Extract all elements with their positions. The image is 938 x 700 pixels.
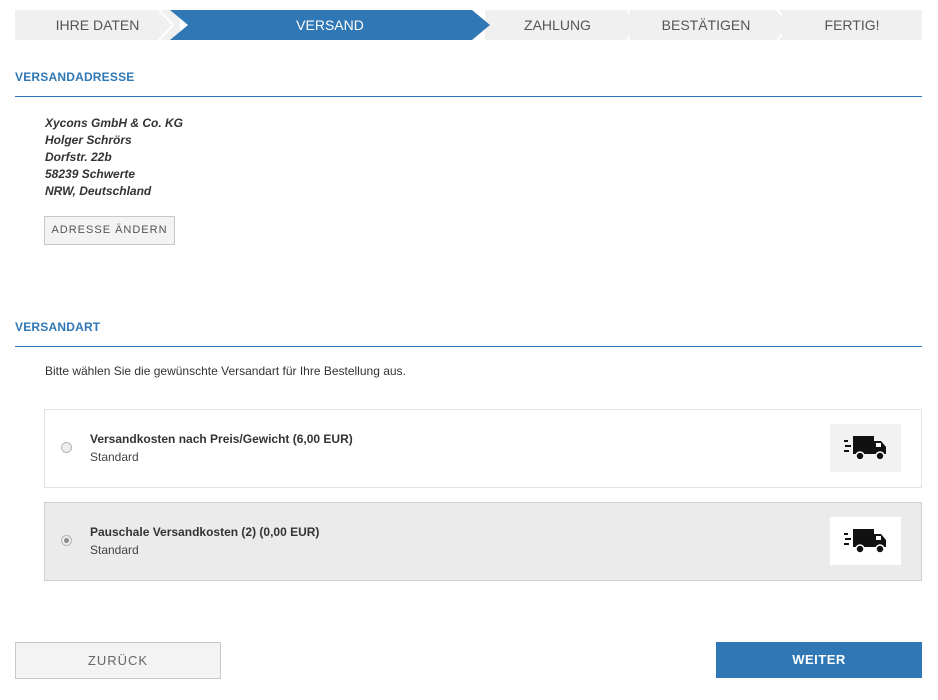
address-line: Xycons GmbH & Co. KG <box>45 116 184 130</box>
divider <box>15 96 922 97</box>
next-button[interactable]: WEITER <box>716 642 922 678</box>
shipping-option-subtitle: Standard <box>90 543 139 557</box>
truck-icon <box>830 424 901 472</box>
truck-icon <box>830 517 901 565</box>
checkout-steps: IHRE DATEN ZAHLUNG BESTÄTIGEN FERTIG! VE… <box>15 10 922 40</box>
shipping-intro-text: Bitte wählen Sie die gewünschte Versanda… <box>45 364 406 378</box>
back-button[interactable]: ZURÜCK <box>15 642 221 679</box>
shipping-method-title: VERSANDART <box>15 320 101 334</box>
address-line: Holger Schrörs <box>45 133 132 147</box>
step-fertig[interactable]: FERTIG! <box>782 10 922 40</box>
shipping-address-title: VERSANDADRESSE <box>15 70 135 84</box>
divider <box>15 346 922 347</box>
radio-button-selected[interactable] <box>61 535 72 546</box>
radio-button[interactable] <box>61 442 72 453</box>
shipping-option-weight[interactable]: Versandkosten nach Preis/Gewicht (6,00 E… <box>44 409 922 488</box>
shipping-option-title: Pauschale Versandkosten (2) (0,00 EUR) <box>90 525 320 539</box>
shipping-option-title: Versandkosten nach Preis/Gewicht (6,00 E… <box>90 432 353 446</box>
address-line: 58239 Schwerte <box>45 167 136 181</box>
step-zahlung[interactable]: ZAHLUNG <box>485 10 630 40</box>
shipping-option-flat-rate[interactable]: Pauschale Versandkosten (2) (0,00 EUR) S… <box>44 502 922 581</box>
shipping-option-subtitle: Standard <box>90 450 139 464</box>
address-line: NRW, Deutschland <box>45 184 152 198</box>
step-versand-active[interactable]: VERSAND <box>170 10 490 40</box>
change-address-button[interactable]: ADRESSE ÄNDERN <box>44 216 175 245</box>
step-bestaetigen[interactable]: BESTÄTIGEN <box>630 10 782 40</box>
address-line: Dorfstr. 22b <box>45 150 112 164</box>
shipping-address: Xycons GmbH & Co. KG Holger Schrörs Dorf… <box>45 115 183 200</box>
step-separator <box>158 10 175 40</box>
